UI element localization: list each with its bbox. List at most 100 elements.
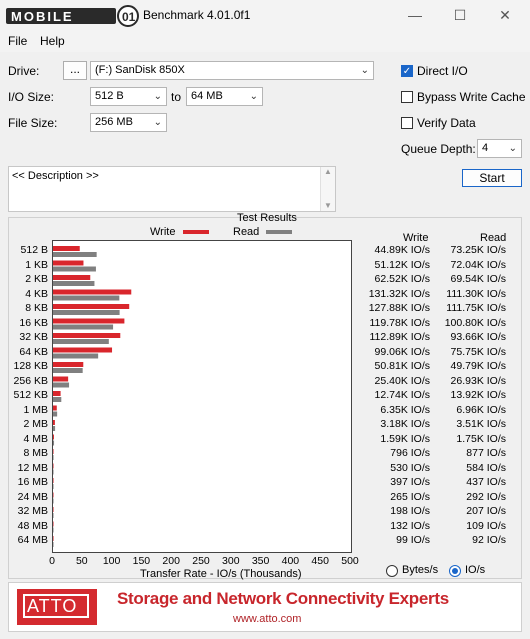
menu-help[interactable]: Help: [40, 34, 65, 48]
x-tick-label: 450: [311, 555, 329, 567]
row-write-value: 132 IO/s: [390, 519, 430, 532]
atto-logo: ATTO: [17, 589, 97, 625]
write-bar: [53, 304, 130, 309]
description-scrollbar[interactable]: ▲ ▼: [320, 167, 335, 211]
row-size-label: 8 KB: [25, 302, 48, 314]
row-size-label: 32 MB: [17, 505, 48, 517]
write-bar: [53, 318, 125, 324]
io-size-label: I/O Size:: [8, 90, 55, 104]
row-size-label: 16 KB: [19, 316, 48, 329]
x-axis-label: Transfer Rate - IO/s (Thousands): [140, 568, 302, 580]
row-write-value: 62.52K IO/s: [374, 273, 430, 285]
row-size-label: 64 MB: [17, 534, 48, 546]
menu-file[interactable]: File: [8, 34, 27, 48]
scroll-down-icon[interactable]: ▼: [321, 201, 335, 210]
verify-data-checkbox[interactable]: [401, 117, 413, 129]
chevron-down-icon: ⌄: [153, 117, 162, 128]
write-bar: [53, 376, 69, 382]
minimize-button[interactable]: —: [400, 4, 430, 26]
row-write-value: 3.18K IO/s: [380, 418, 430, 430]
row-read-value: 49.79K IO/s: [450, 360, 506, 372]
row-write-value: 397 IO/s: [390, 476, 430, 488]
x-tick-label: 350: [251, 555, 270, 567]
maximize-button[interactable]: ☐: [445, 4, 475, 26]
row-read-value: 109 IO/s: [466, 519, 506, 532]
write-bar: [53, 391, 61, 396]
row-read-value: 1.75K IO/s: [456, 432, 506, 445]
write-bar: [53, 275, 91, 280]
io-to-select[interactable]: 64 MB ⌄: [186, 87, 263, 106]
read-bar: [53, 295, 120, 301]
drive-value: (F:) SanDisk 850X: [95, 64, 185, 76]
direct-io-label: Direct I/O: [417, 64, 468, 78]
write-bar: [53, 536, 54, 541]
read-bar: [53, 368, 83, 373]
direct-io-checkbox[interactable]: ✓: [401, 65, 413, 77]
write-bar: [53, 289, 132, 295]
write-bar: [53, 420, 55, 425]
banner-url[interactable]: www.atto.com: [233, 613, 301, 625]
io-radio[interactable]: [449, 565, 461, 577]
read-bar: [53, 266, 96, 272]
row-write-value: 99.06K IO/s: [374, 345, 430, 358]
write-bar: [53, 260, 84, 266]
description-box[interactable]: << Description >> ▲ ▼: [8, 166, 336, 212]
read-bar: [53, 324, 114, 330]
x-tick-label: 200: [162, 555, 180, 567]
scroll-up-icon[interactable]: ▲: [321, 167, 335, 176]
chart-plot-area: [52, 240, 352, 553]
read-bar: [53, 252, 97, 257]
x-tick-label: 50: [75, 555, 88, 567]
write-bar: [53, 405, 57, 411]
svg-text:01: 01: [122, 10, 136, 24]
x-tick-label: 500: [341, 555, 359, 567]
row-read-value: 584 IO/s: [466, 461, 506, 474]
row-read-value: 111.75K IO/s: [446, 302, 506, 314]
atto-banner[interactable]: ATTO Storage and Network Connectivity Ex…: [8, 582, 522, 632]
row-write-value: 131.32K IO/s: [368, 287, 430, 300]
chevron-down-icon: ⌄: [508, 143, 517, 154]
row-write-value: 6.35K IO/s: [380, 403, 430, 416]
row-write-value: 530 IO/s: [390, 461, 430, 474]
io-from-select[interactable]: 512 B ⌄: [90, 87, 167, 106]
drive-select[interactable]: (F:) SanDisk 850X ⌄: [90, 61, 374, 80]
read-bar: [53, 498, 54, 504]
bypass-cache-checkbox[interactable]: [401, 91, 413, 103]
row-read-value: 69.54K IO/s: [450, 273, 506, 285]
bytes-radio[interactable]: [386, 565, 398, 577]
start-button[interactable]: Start: [462, 169, 522, 187]
write-bar: [53, 478, 54, 483]
write-column-header: Write: [403, 232, 429, 244]
read-bar: [53, 353, 99, 359]
chevron-down-icon: ⌄: [360, 65, 369, 76]
row-size-label: 4 MB: [23, 432, 48, 445]
row-size-label: 256 KB: [13, 374, 48, 387]
bar-chart: [53, 246, 132, 547]
io-to-label: to: [171, 90, 182, 104]
row-write-value: 50.81K IO/s: [374, 360, 430, 372]
row-write-value: 796 IO/s: [390, 447, 430, 459]
read-bar: [53, 397, 62, 402]
write-legend-label: Write: [150, 226, 176, 238]
bypass-cache-label: Bypass Write Cache: [417, 90, 526, 104]
read-bar: [53, 339, 109, 344]
read-bar: [53, 455, 54, 460]
browse-button[interactable]: ...: [63, 61, 87, 80]
x-tick-label: 150: [132, 555, 151, 567]
write-bar: [53, 492, 54, 498]
read-bar: [53, 484, 54, 489]
row-size-label: 32 KB: [19, 331, 48, 343]
io-radio-label: IO/s: [465, 564, 486, 576]
write-bar: [53, 507, 54, 512]
read-bar: [53, 527, 54, 533]
row-write-value: 265 IO/s: [390, 490, 430, 503]
chevron-down-icon: ⌄: [153, 91, 162, 102]
row-read-value: 75.75K IO/s: [450, 345, 506, 358]
file-size-label: File Size:: [8, 116, 58, 130]
file-size-select[interactable]: 256 MB ⌄: [90, 113, 167, 132]
queue-depth-select[interactable]: 4 ⌄: [477, 139, 522, 158]
read-bar: [53, 310, 120, 315]
write-bar: [53, 333, 121, 338]
close-button[interactable]: ✕: [490, 4, 520, 26]
row-read-value: 6.96K IO/s: [456, 403, 506, 416]
